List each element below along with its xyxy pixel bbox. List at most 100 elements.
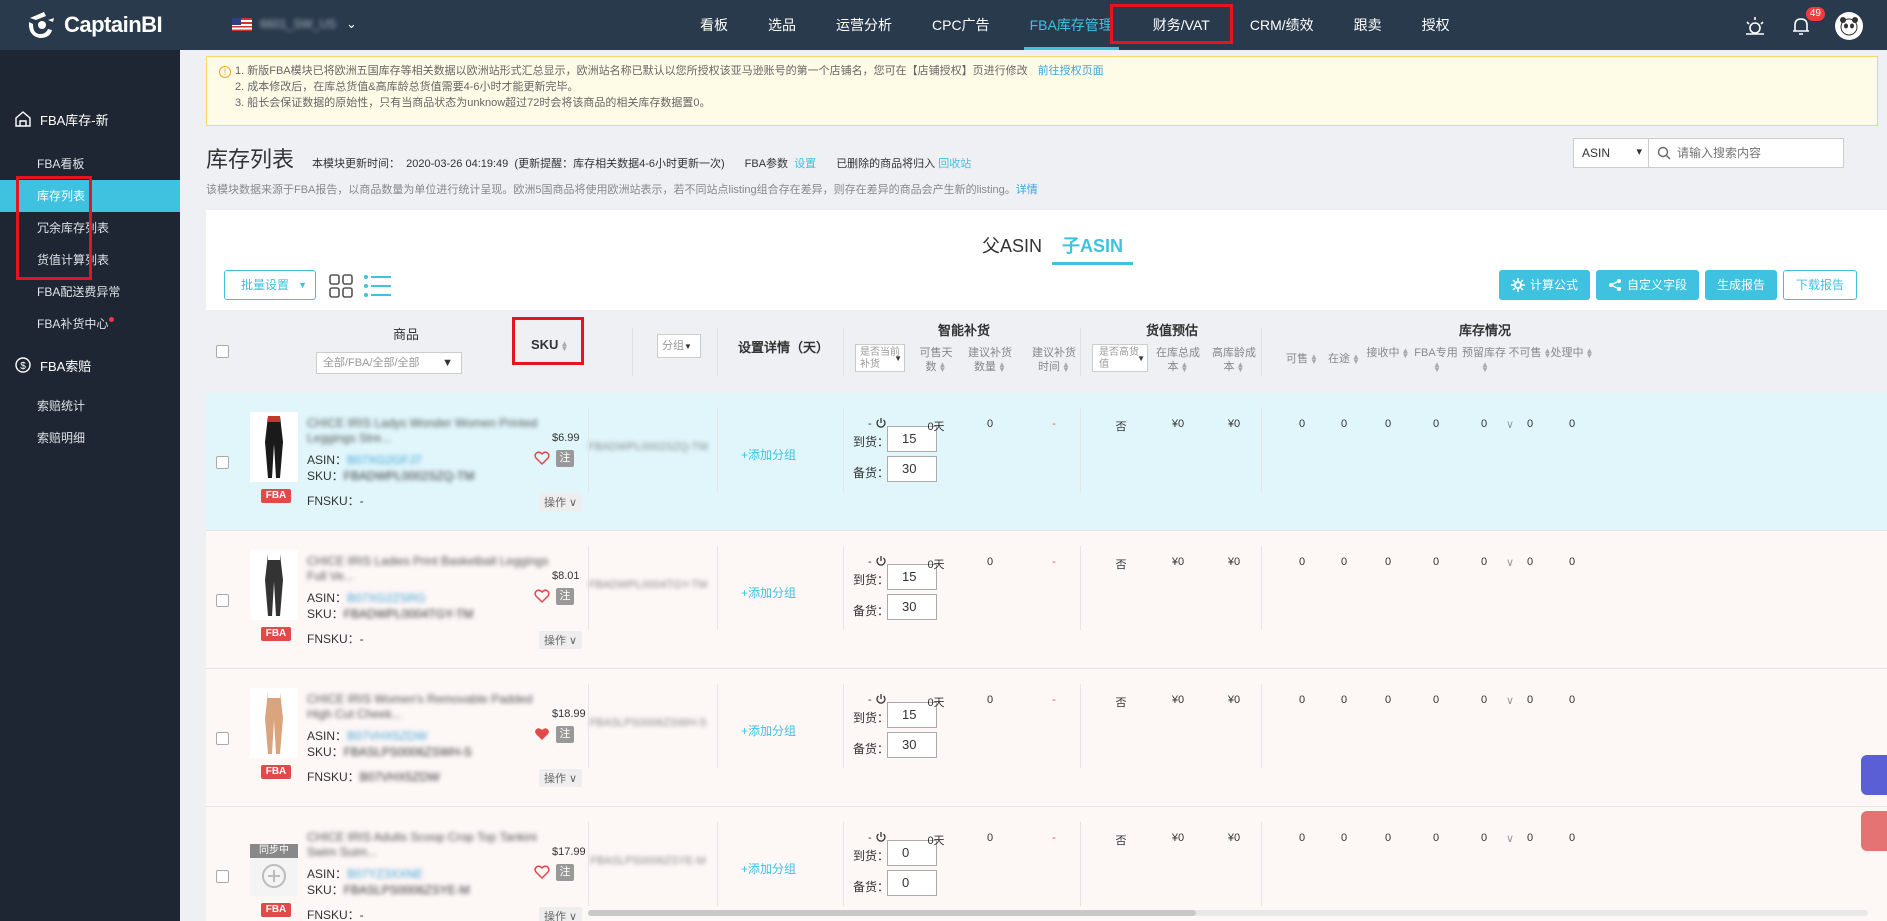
operation-menu-button[interactable]: 操作 ∨	[539, 769, 583, 787]
theme-icon[interactable]	[1743, 14, 1767, 38]
bulk-settings-button[interactable]: 批量设置 ▼	[224, 270, 316, 300]
nav-item-8[interactable]: 授权	[1402, 0, 1470, 50]
col-total-cost[interactable]: 在库总成本 ▲ ▼	[1156, 346, 1200, 374]
product-thumbnail	[250, 550, 298, 620]
store-selector[interactable]: 6601_SW_US ⌄	[232, 16, 357, 32]
custom-fields-button[interactable]: 自定义字段	[1595, 270, 1699, 300]
generate-report-button[interactable]: 生成报告	[1704, 270, 1777, 300]
fba-param-settings-link[interactable]: 设置	[794, 158, 816, 170]
sidebar-claim-item-1[interactable]: 索赔明细	[0, 422, 180, 454]
tab-asin-1[interactable]: 子ASIN	[1052, 232, 1134, 265]
col-aged-cost[interactable]: 高库龄成本 ▲ ▼	[1210, 346, 1258, 374]
nav-item-3[interactable]: CPC广告	[912, 0, 1010, 50]
stock-label: 备货：	[853, 466, 890, 480]
note-button[interactable]: 注	[556, 864, 574, 881]
gift-icon[interactable]	[1861, 811, 1887, 851]
col-stock-2[interactable]: 接收中 ▲ ▼	[1366, 346, 1410, 360]
note-button[interactable]: 注	[556, 450, 574, 467]
favorite-heart-icon[interactable]	[534, 451, 550, 465]
note-button[interactable]: 注	[556, 588, 574, 605]
stock-days-input[interactable]: 0	[887, 870, 937, 896]
col-stock-0[interactable]: 可售 ▲ ▼	[1280, 352, 1324, 366]
stock-value: 0	[1340, 418, 1348, 430]
stock-days-input[interactable]: 30	[887, 594, 937, 620]
stock-days-input[interactable]: 30	[887, 456, 937, 482]
col-sellable-days[interactable]: 可售天数 ▲ ▼	[918, 346, 954, 374]
product-name[interactable]: CHICE IRIS Women's Removable Padded High…	[307, 692, 557, 722]
col-stock-6[interactable]: 处理中 ▲ ▼	[1550, 346, 1594, 360]
col-stock-5[interactable]: 不可售 ▲ ▼	[1508, 346, 1552, 360]
list-view-icon[interactable]	[363, 273, 393, 299]
high-value-filter[interactable]: 是否高货值 ▼	[1092, 344, 1148, 372]
operation-menu-button[interactable]: 操作 ∨	[539, 907, 583, 921]
avatar[interactable]	[1835, 12, 1863, 40]
product-filter-select[interactable]: 全部/FBA/全部/全部 ▼	[316, 352, 462, 374]
grid-view-icon[interactable]	[328, 273, 354, 299]
group-filter-select[interactable]: 分组▼	[657, 334, 701, 358]
product-name[interactable]: CHICE IRIS Ladies Print Basketball Leggi…	[307, 554, 557, 584]
operation-menu-button[interactable]: 操作 ∨	[539, 493, 583, 511]
power-icon[interactable]	[875, 417, 887, 429]
col-suggest-time[interactable]: 建议补货时间 ▲ ▼	[1030, 346, 1078, 374]
reserved-expand-icon[interactable]: ∨	[1506, 694, 1514, 707]
bell-icon[interactable]: 49	[1789, 7, 1825, 38]
product-thumbnail	[250, 412, 298, 482]
sidebar-section-fba-claims[interactable]: $ FBA索赔	[0, 340, 180, 390]
add-group-link[interactable]: +添加分组	[741, 584, 796, 601]
asin-link[interactable]: B07YZ3XXNE	[347, 867, 423, 881]
nav-item-2[interactable]: 运营分析	[816, 0, 912, 50]
nav-item-6[interactable]: CRM/绩效	[1230, 0, 1334, 50]
reserved-expand-icon[interactable]: ∨	[1506, 556, 1514, 569]
reserved-expand-icon[interactable]: ∨	[1506, 832, 1514, 845]
recycle-bin-link[interactable]: 回收站	[938, 158, 971, 170]
smart-current-filter[interactable]: 是否当前补货 ▼	[855, 344, 905, 372]
power-icon[interactable]	[875, 693, 887, 705]
add-group-link[interactable]: +添加分组	[741, 722, 796, 739]
operation-menu-button[interactable]: 操作 ∨	[539, 631, 583, 649]
product-name[interactable]: CHICE IRIS Ladys Wonder Women Printed Le…	[307, 416, 557, 446]
col-suggest-qty[interactable]: 建议补货数量 ▲ ▼	[966, 346, 1014, 374]
dollar-icon: $	[15, 357, 31, 373]
favorite-heart-icon[interactable]	[534, 727, 550, 741]
product-name[interactable]: CHICE IRIS Adults Scoop Crop Top Tankini…	[307, 830, 557, 860]
tab-asin-0[interactable]: 父ASIN	[972, 232, 1052, 265]
search-input[interactable]	[1677, 146, 1827, 160]
asin-link[interactable]: B07XG2GFJ7	[347, 453, 422, 467]
captainbi-logo[interactable]: CaptainBI	[24, 8, 163, 42]
asin-link[interactable]: B07XG2ZSRG	[347, 591, 426, 605]
power-icon[interactable]	[875, 555, 887, 567]
search-type-select[interactable]: ASIN	[1573, 138, 1649, 168]
add-group-link[interactable]: +添加分组	[741, 860, 796, 877]
favorite-heart-icon[interactable]	[534, 865, 550, 879]
favorite-heart-icon[interactable]	[534, 589, 550, 603]
col-stock-4[interactable]: 预留库存▲ ▼	[1462, 346, 1506, 374]
stock-value: 0	[1384, 694, 1392, 706]
col-stock-3[interactable]: FBA专用▲ ▼	[1414, 346, 1458, 374]
sidebar-item-4[interactable]: FBA配送费异常	[0, 276, 180, 308]
row-checkbox[interactable]	[216, 594, 229, 607]
download-report-button[interactable]: 下载报告	[1782, 270, 1857, 300]
auth-page-link[interactable]: 前往授权页面	[1038, 65, 1104, 77]
calc-formula-button[interactable]: 计算公式	[1498, 270, 1590, 300]
sidebar-section-fba-inventory[interactable]: FBA库存-新	[0, 94, 180, 144]
asin-link[interactable]: B07VHX5ZDW	[347, 729, 427, 743]
note-button[interactable]: 注	[556, 726, 574, 743]
add-group-link[interactable]: +添加分组	[741, 446, 796, 463]
sidebar-claim-item-0[interactable]: 索赔统计	[0, 390, 180, 422]
details-link[interactable]: 详情	[1016, 184, 1038, 196]
reserved-expand-icon[interactable]: ∨	[1506, 418, 1514, 431]
nav-item-7[interactable]: 跟卖	[1334, 0, 1402, 50]
sidebar-item-5[interactable]: FBA补货中心	[0, 308, 180, 340]
stock-days-input[interactable]: 30	[887, 732, 937, 758]
row-checkbox[interactable]	[216, 732, 229, 745]
customer-service-icon[interactable]	[1861, 755, 1887, 795]
select-all-checkbox[interactable]	[216, 345, 229, 358]
row-checkbox[interactable]	[216, 456, 229, 469]
row-checkbox[interactable]	[216, 870, 229, 883]
horizontal-scrollbar[interactable]	[588, 910, 1868, 916]
col-stock-1[interactable]: 在途 ▲ ▼	[1322, 352, 1366, 366]
nav-item-1[interactable]: 选品	[748, 0, 816, 50]
nav-item-0[interactable]: 看板	[680, 0, 748, 50]
suggest-qty: 0	[986, 556, 994, 568]
power-icon[interactable]	[875, 831, 887, 843]
